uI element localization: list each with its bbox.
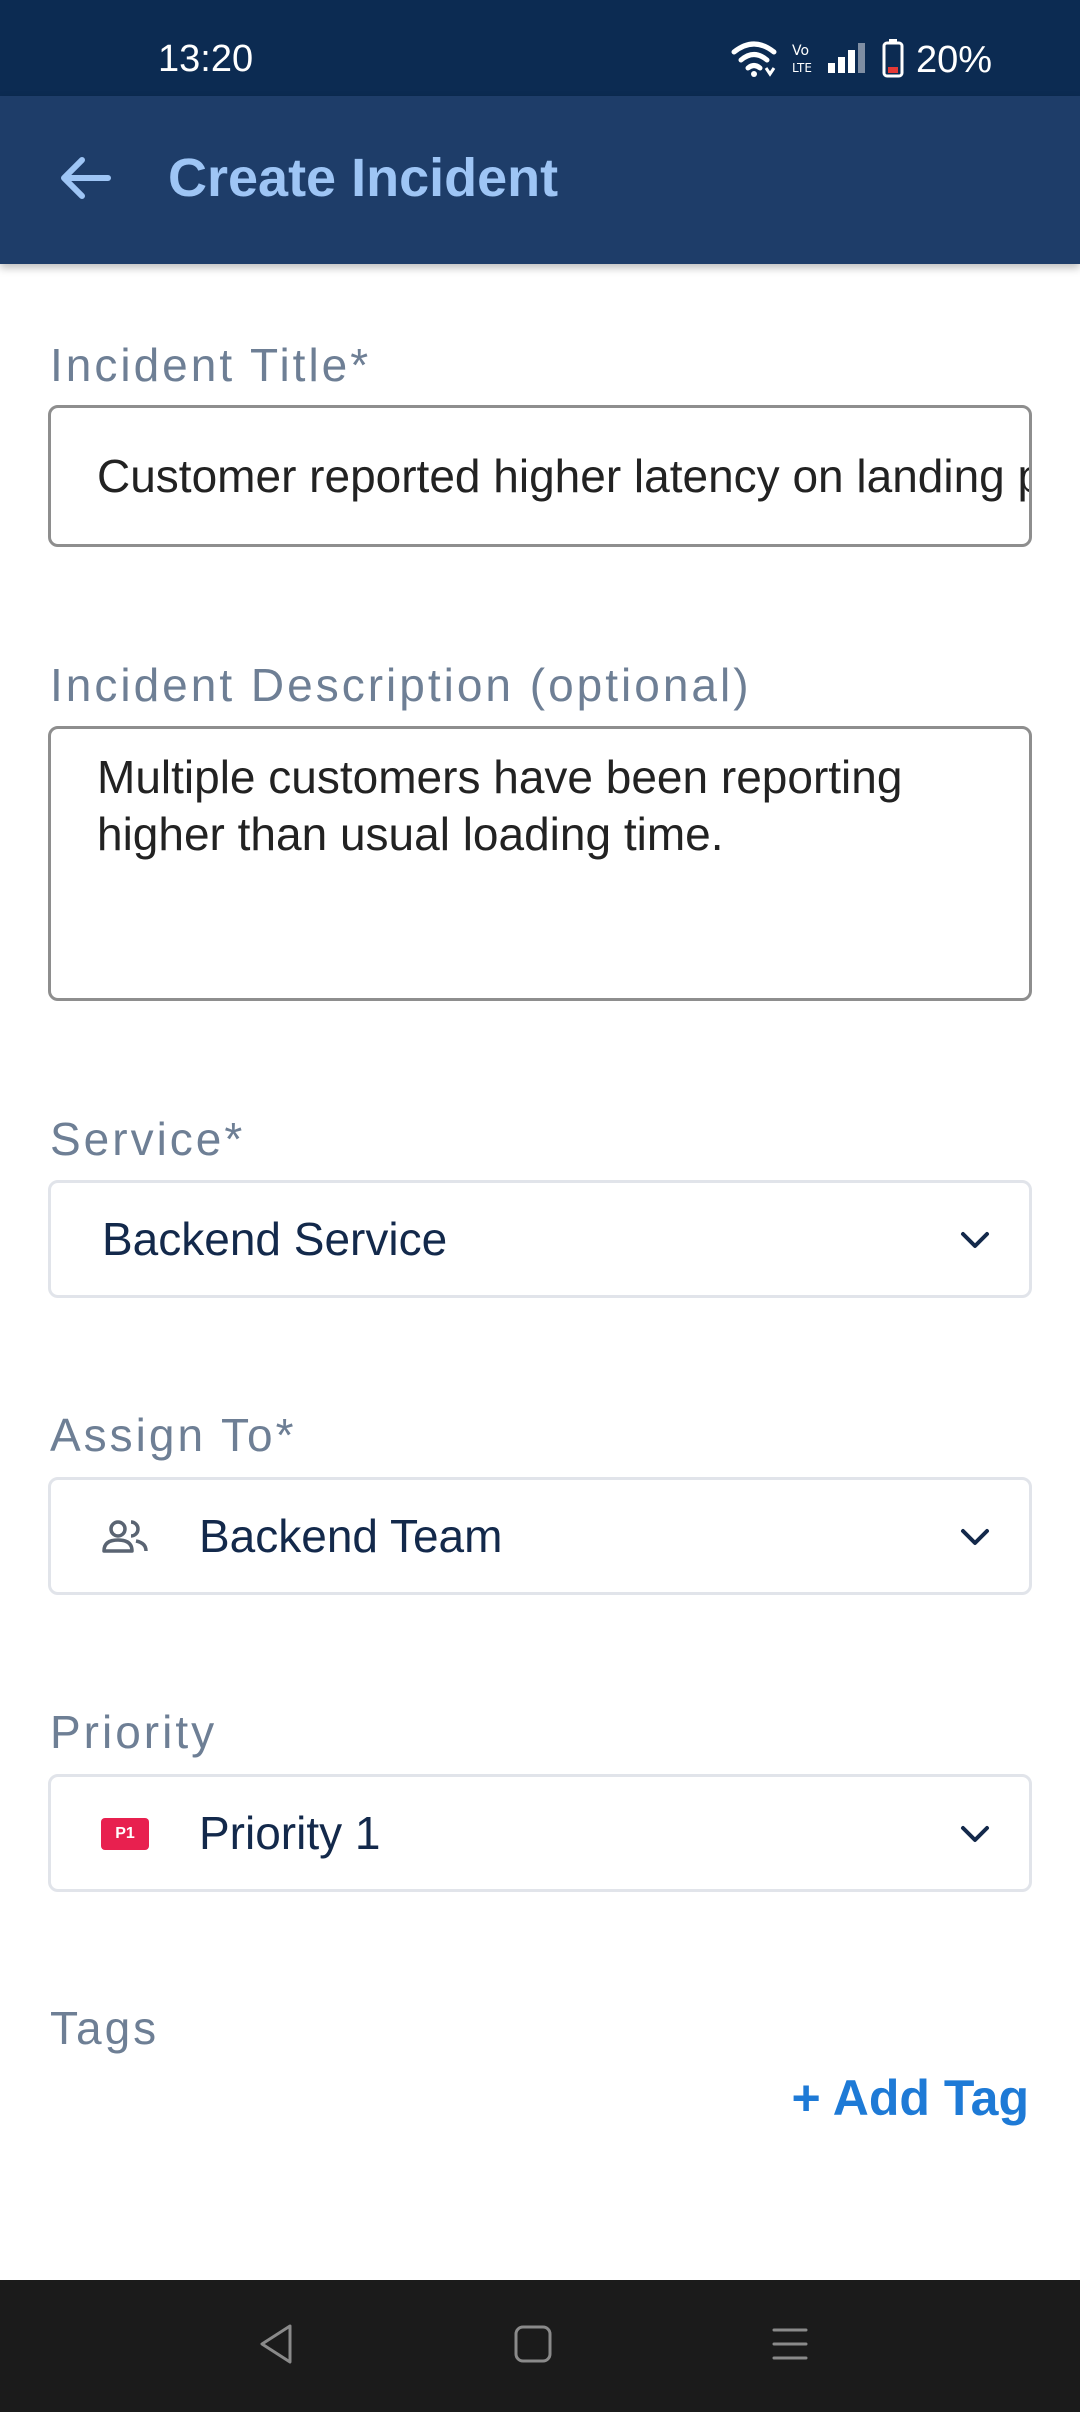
nav-home-button[interactable] [507, 2320, 559, 2372]
assign-to-label: Assign To* [50, 1409, 297, 1461]
priority-select[interactable]: P1 Priority 1 [48, 1774, 1032, 1892]
svg-text:LTE: LTE [792, 61, 812, 75]
priority-badge: P1 [101, 1818, 149, 1850]
service-label: Service* [50, 1113, 246, 1165]
menu-lines-icon [770, 2324, 810, 2369]
system-nav-bar [0, 2280, 1080, 2412]
incident-description-input[interactable]: Multiple customers have been reporting h… [48, 726, 1032, 1001]
assign-to-select[interactable]: Backend Team [48, 1477, 1032, 1595]
service-value: Backend Service [102, 1213, 448, 1265]
wifi-icon [730, 38, 778, 83]
volte-icon: Vo LTE [790, 40, 814, 81]
incident-description-label: Incident Description (optional) [50, 659, 752, 711]
service-select[interactable]: Backend Service [48, 1180, 1032, 1298]
svg-text:Vo: Vo [792, 43, 809, 59]
back-triangle-icon [256, 2322, 296, 2371]
battery-percent: 20% [915, 39, 992, 81]
nav-recents-button[interactable] [764, 2320, 816, 2372]
tags-label: Tags [50, 2002, 160, 2054]
back-button[interactable] [44, 140, 124, 220]
assign-to-value: Backend Team [199, 1510, 503, 1562]
chevron-down-icon [957, 1522, 993, 1552]
priority-value: Priority 1 [199, 1807, 381, 1859]
incident-title-input[interactable]: Customer reported higher latency on land… [48, 405, 1032, 547]
battery-icon [882, 38, 904, 83]
signal-icon [826, 41, 870, 80]
arrow-left-icon [56, 154, 112, 207]
status-time: 13:20 [158, 38, 254, 80]
priority-badge-icon: P1 [101, 1810, 149, 1858]
priority-label: Priority [50, 1706, 218, 1758]
status-icons: Vo LTE 20% [730, 38, 992, 82]
chevron-down-icon [957, 1225, 993, 1255]
app-bar: Create Incident [0, 96, 1080, 264]
page-title: Create Incident [168, 148, 559, 208]
chevron-down-icon [957, 1819, 993, 1849]
add-tag-button[interactable]: + Add Tag [792, 2073, 1030, 2123]
incident-title-label: Incident Title* [50, 339, 372, 391]
people-icon [101, 1513, 149, 1561]
status-bar: 13:20 Vo LTE 20% [0, 0, 1080, 96]
home-square-icon [513, 2324, 553, 2369]
nav-back-button[interactable] [250, 2320, 302, 2372]
